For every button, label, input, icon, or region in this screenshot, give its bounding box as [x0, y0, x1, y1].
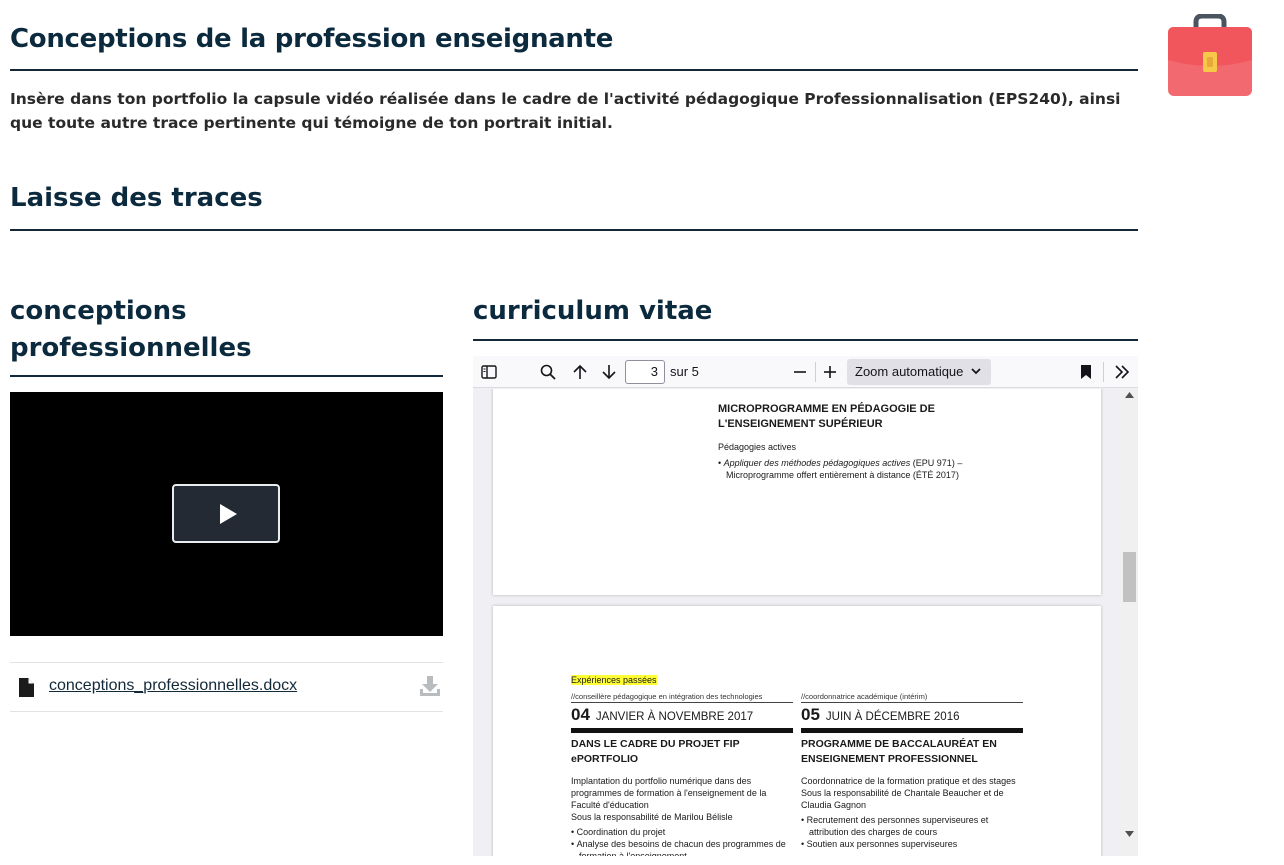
- zoom-in-button[interactable]: [818, 360, 842, 384]
- pdf-page: Expériences passées //conseillère pédago…: [493, 606, 1101, 856]
- zoom-out-button[interactable]: [788, 360, 812, 384]
- experience-section-title: Expériences passées: [571, 675, 657, 685]
- page-title: Conceptions de la profession enseignante: [10, 24, 614, 54]
- entry-tag: //coordonnatrice académique (intérim): [801, 692, 1023, 703]
- previous-page-button[interactable]: [568, 360, 592, 384]
- intro-text: Insère dans ton portfolio la capsule vid…: [10, 90, 1121, 132]
- file-download-link[interactable]: conceptions_professionnelles.docx: [49, 677, 297, 695]
- pdf-page: MICROPROGRAMME EN PÉDAGOGIE DE L'ENSEIGN…: [493, 389, 1101, 595]
- entry-bullet-text: Coordination du projet: [576, 827, 666, 837]
- zoom-select-value: Zoom automatique: [855, 364, 964, 379]
- briefcase-icon: [1166, 13, 1254, 98]
- entry-title: DANS LE CADRE DU PROJET FIP ePORTFOLIO: [571, 738, 740, 765]
- entry-title: PROGRAMME DE BACCALAURÉAT EN ENSEIGNEMEN…: [801, 738, 997, 765]
- scroll-up-icon[interactable]: [1125, 392, 1134, 398]
- video-section-title: conceptions professionnelles: [10, 293, 252, 367]
- entry-bullet-text: Soutien aux personnes superviseures: [806, 839, 958, 849]
- entry-bullet: • Coordination du projet: [571, 827, 666, 837]
- plus-icon: [824, 366, 836, 378]
- arrow-up-icon: [573, 364, 587, 379]
- experience-section: Expériences passées: [571, 670, 657, 688]
- next-page-button[interactable]: [597, 360, 621, 384]
- cv-section-title: curriculum vitae: [473, 296, 713, 326]
- program-item: • Appliquer des méthodes pédagogiques ac…: [718, 458, 963, 468]
- toolbar-separator: [1103, 362, 1104, 382]
- entry-description: Coordonnatrice de la formation pratique …: [801, 776, 1016, 786]
- entry-bullet-text: Recrutement des personnes superviseures …: [806, 815, 989, 837]
- entry-bar: [801, 728, 1023, 733]
- entry-bullet-text: Analyse des besoins de chacun des progra…: [576, 839, 786, 856]
- zoom-select[interactable]: Zoom automatique: [847, 359, 991, 385]
- video-section-title-line1: conceptions: [10, 296, 187, 326]
- file-attachment-row: conceptions_professionnelles.docx: [10, 662, 443, 712]
- program-item-code: (EPU 971) –: [910, 458, 963, 468]
- download-icon[interactable]: [419, 675, 441, 697]
- chevron-down-icon: [971, 368, 981, 375]
- entry-bullet: • Soutien aux personnes superviseures: [801, 839, 958, 849]
- entry-bar: [571, 728, 793, 733]
- entry-description: Implantation du portfolio numérique dans…: [571, 776, 767, 810]
- pdf-pages-area[interactable]: MICROPROGRAMME EN PÉDAGOGIE DE L'ENSEIGN…: [473, 389, 1121, 856]
- entry-tag: //conseillère pédagogique en intégration…: [571, 692, 793, 703]
- file-icon: [19, 678, 34, 697]
- pdf-toolbar: 3 sur 5 Zoom automatique: [473, 356, 1138, 388]
- page-number-input[interactable]: 3: [625, 360, 665, 384]
- minus-icon: [794, 371, 806, 373]
- page-total-label: sur 5: [670, 364, 699, 379]
- sidebar-icon: [481, 365, 497, 379]
- more-tools-button[interactable]: [1110, 360, 1134, 384]
- section-divider: [10, 229, 1138, 231]
- entry-bullet: • Recrutement des personnes superviseure…: [801, 815, 989, 837]
- arrow-down-icon: [602, 365, 616, 380]
- entry-number: 05: [801, 705, 820, 724]
- pdf-page-content: MICROPROGRAMME EN PÉDAGOGIE DE L'ENSEIGN…: [718, 402, 1028, 481]
- program-item-title: Appliquer des méthodes pédagogiques acti…: [723, 458, 911, 468]
- section-title: Laisse des traces: [10, 183, 263, 213]
- program-subheading: Pédagogies actives: [718, 442, 797, 452]
- bookmark-button[interactable]: [1074, 360, 1098, 384]
- bookmark-icon: [1081, 365, 1091, 379]
- entry-number: 04: [571, 705, 590, 724]
- video-section-title-line2: professionnelles: [10, 333, 252, 363]
- left-divider: [10, 375, 443, 377]
- play-button[interactable]: [172, 484, 280, 543]
- pdf-scrollbar-thumb[interactable]: [1123, 552, 1136, 602]
- entry-date: JUIN À DÉCEMBRE 2016: [825, 711, 960, 723]
- video-player[interactable]: [10, 392, 443, 636]
- toolbar-separator: [815, 362, 816, 382]
- search-icon: [540, 364, 556, 380]
- right-divider: [473, 339, 1138, 341]
- play-icon: [220, 504, 237, 524]
- find-button[interactable]: [536, 360, 560, 384]
- entry-responsible: Sous la responsabilité de Marilou Bélisl…: [571, 812, 733, 822]
- entry-bullet: • Analyse des besoins de chacun des prog…: [571, 838, 793, 856]
- title-divider: [10, 69, 1138, 71]
- entry-date: JANVIER À NOVEMBRE 2017: [595, 711, 754, 723]
- entry-responsible: Sous la responsabilité de Chantale Beauc…: [801, 788, 1004, 810]
- sidebar-toggle-button[interactable]: [477, 360, 501, 384]
- experience-entry: //conseillère pédagogique en intégration…: [571, 692, 793, 856]
- pdf-scrollbar[interactable]: [1121, 389, 1138, 856]
- program-heading: MICROPROGRAMME EN PÉDAGOGIE DE L'ENSEIGN…: [718, 403, 935, 430]
- program-item-detail: Microprogramme offert entièrement à dist…: [726, 470, 959, 480]
- experience-entry: //coordonnatrice académique (intérim) 05…: [801, 692, 1023, 850]
- pdf-viewer: 3 sur 5 Zoom automatique MICROPROGRAMME …: [473, 356, 1138, 856]
- double-chevron-right-icon: [1115, 365, 1130, 379]
- scroll-down-icon[interactable]: [1125, 831, 1134, 837]
